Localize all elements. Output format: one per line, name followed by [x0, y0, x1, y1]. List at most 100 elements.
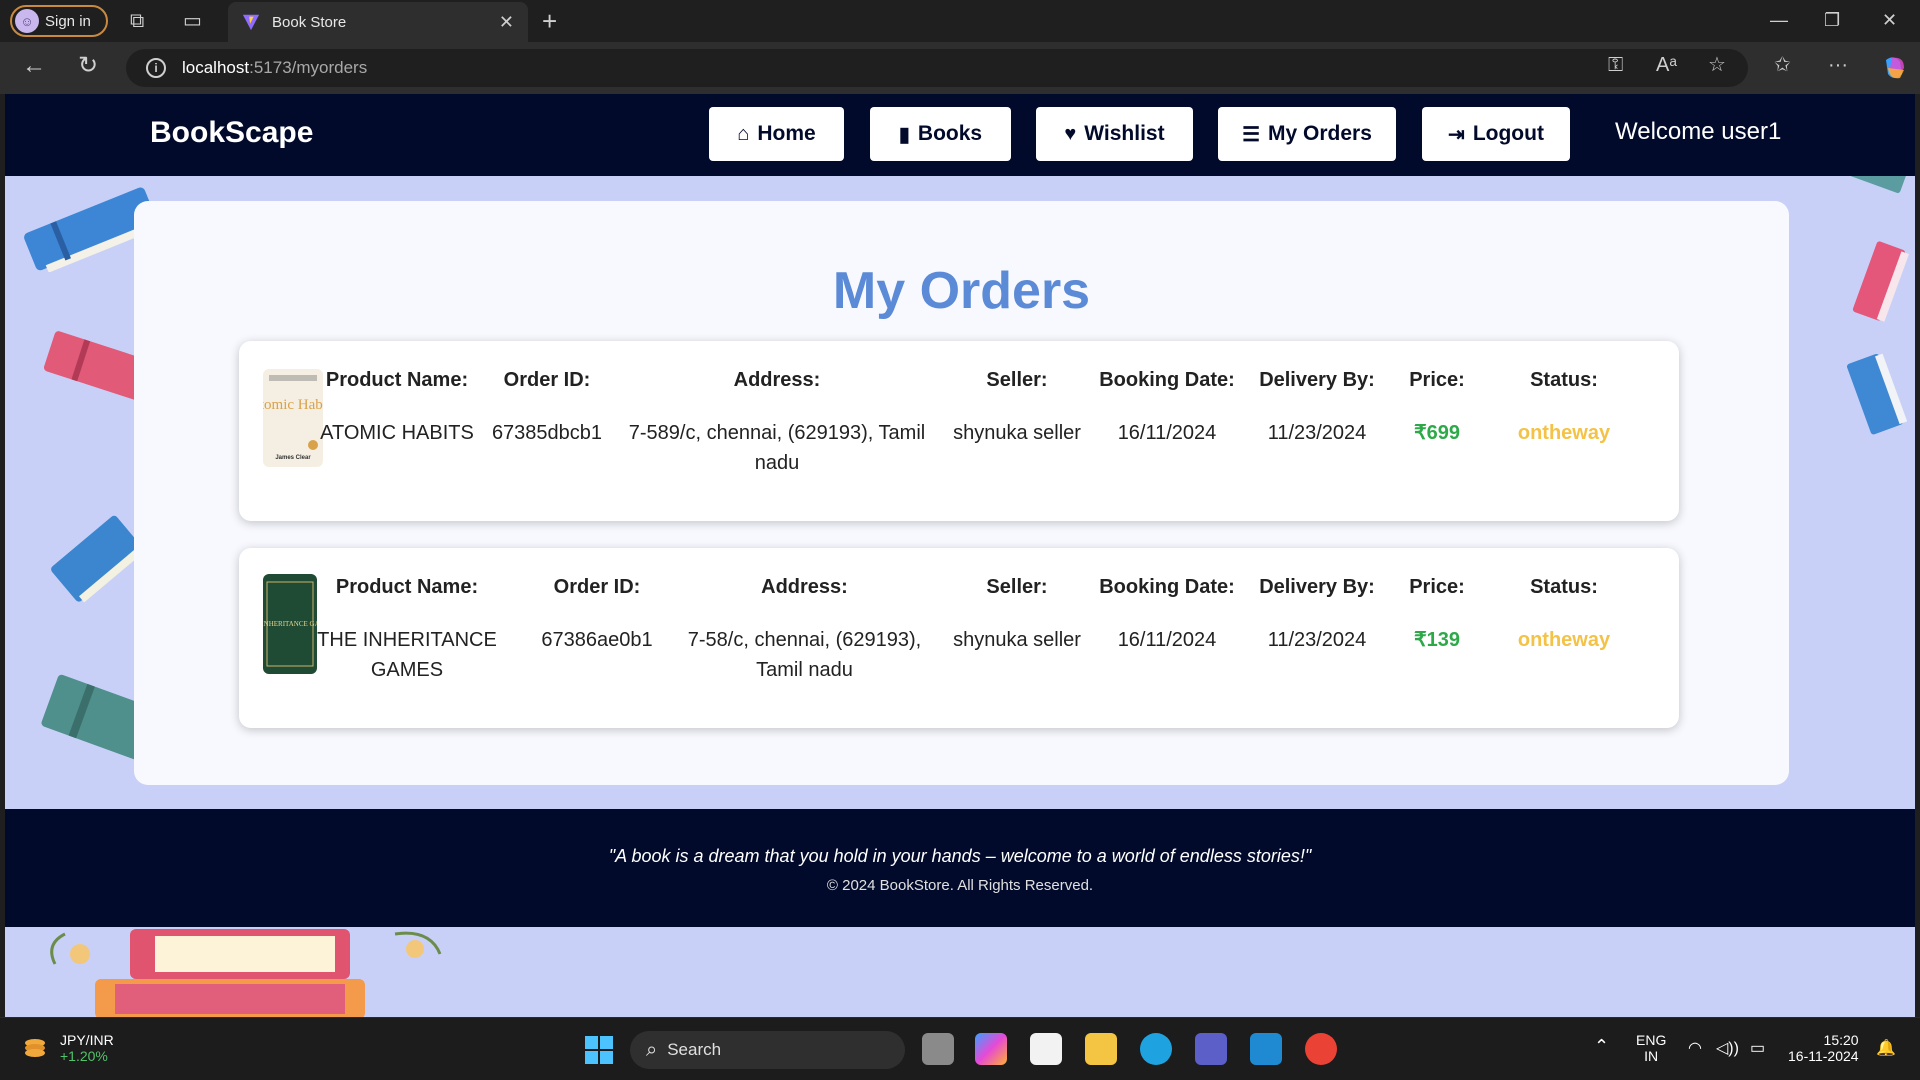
product-name-cell: Product Name: ATOMIC HABITS [317, 369, 477, 448]
chrome-icon[interactable] [1305, 1033, 1337, 1065]
nav-wishlist-button[interactable]: ♥ Wishlist [1036, 107, 1193, 161]
clock[interactable]: 15:20 16-11-2024 [1788, 1032, 1859, 1064]
brand-logo[interactable]: BookScape [150, 116, 313, 150]
booking-date-value: 16/11/2024 [1117, 422, 1217, 444]
profile-button[interactable]: ☺ Sign in [10, 5, 108, 37]
order-id-cell: Order ID: 67386ae0b1 [532, 576, 662, 655]
delivery-date-cell: Delivery By: 11/23/2024 [1247, 576, 1387, 655]
language-label: ENG [1636, 1032, 1667, 1048]
price-value: ₹699 [1413, 422, 1461, 444]
browser-tab-bar: ☺ Sign in ⧉ ▭ Book Store ✕ + — ❐ ✕ [0, 0, 1920, 42]
volume-icon[interactable]: ◁)) [1716, 1038, 1739, 1058]
delivery-date-cell: Delivery By: 11/23/2024 [1247, 369, 1387, 448]
file-explorer-icon[interactable] [1085, 1033, 1117, 1065]
site-navbar: BookScape ⌂ Home ▮ Books ♥ Wishlist ☰ My… [5, 94, 1915, 176]
ticker-label: JPY/INR [60, 1032, 114, 1048]
vite-favicon-icon [242, 14, 260, 31]
seller-label: Seller: [986, 369, 1048, 391]
close-window-icon[interactable]: ✕ [1882, 10, 1897, 31]
wifi-icon[interactable]: ◠ [1688, 1038, 1702, 1058]
copilot-icon[interactable] [1880, 54, 1908, 82]
seller-cell: Seller: shynuka seller [947, 576, 1087, 655]
delivery-date-value: 11/23/2024 [1267, 422, 1367, 444]
taskbar-search-input[interactable]: ⌕ Search [630, 1031, 905, 1069]
tab-actions-icon[interactable]: ▭ [183, 11, 202, 31]
order-card: THE INHERITANCE GAMES Product Name: THE … [239, 548, 1679, 728]
page-title: My Orders [832, 262, 1091, 320]
windows-start-icon[interactable] [585, 1036, 613, 1064]
order-id-value: 67386ae0b1 [541, 629, 653, 651]
battery-icon[interactable]: ▭ [1750, 1038, 1765, 1058]
store-icon[interactable] [1030, 1033, 1062, 1065]
nav-home-button[interactable]: ⌂ Home [709, 107, 844, 161]
vscode-icon[interactable] [1250, 1033, 1282, 1065]
seller-value: shynuka seller [953, 422, 1081, 444]
address-value: 7-58/c, chennai, (629193), Tamil nadu [687, 629, 922, 681]
page-viewport: BookScape ⌂ Home ▮ Books ♥ Wishlist ☰ My… [5, 94, 1915, 1017]
book-cover-image: Atomic Habits James Clear [263, 369, 323, 467]
delivery-date-label: Delivery By: [1259, 369, 1375, 391]
search-icon: ⌕ [646, 1038, 658, 1061]
product-name-value: THE INHERITANCE GAMES [317, 629, 497, 681]
close-tab-icon[interactable]: ✕ [499, 12, 514, 33]
back-icon[interactable]: ← [22, 54, 46, 78]
language-indicator[interactable]: ENG IN [1636, 1032, 1666, 1064]
minimize-icon[interactable]: — [1770, 10, 1788, 31]
task-view-icon[interactable] [922, 1033, 954, 1065]
status-label: Status: [1530, 576, 1598, 598]
teams-icon[interactable] [1195, 1033, 1227, 1065]
restore-icon[interactable]: ❐ [1824, 10, 1840, 31]
url-input[interactable]: i localhost:5173/myorders [126, 49, 1748, 87]
site-footer: "A book is a dream that you hold in your… [5, 809, 1915, 927]
key-icon[interactable]: ⚿ [1608, 55, 1623, 75]
seller-value: shynuka seller [953, 629, 1081, 651]
status-value: ontheway [1517, 629, 1611, 651]
copilot-taskbar-icon[interactable] [975, 1033, 1007, 1065]
list-icon: ☰ [1242, 123, 1261, 146]
status-label: Status: [1530, 369, 1598, 391]
order-card: Atomic Habits James Clear Product Name: … [239, 341, 1679, 521]
product-name-value: ATOMIC HABITS [320, 422, 474, 444]
booking-date-label: Booking Date: [1099, 576, 1235, 598]
status-cell: Status: ontheway [1499, 576, 1629, 655]
logout-icon: ⇥ [1448, 123, 1465, 146]
delivery-date-label: Delivery By: [1259, 576, 1375, 598]
more-menu-icon[interactable]: ··· [1828, 55, 1848, 75]
nav-logout-button[interactable]: ⇥ Logout [1422, 107, 1570, 161]
nav-logout-label: Logout [1472, 122, 1544, 145]
book-decoration-icon [1852, 241, 1909, 322]
svg-text:Atomic Habits: Atomic Habits [263, 397, 323, 413]
edge-icon[interactable] [1140, 1033, 1172, 1065]
svg-text:THE INHERITANCE GAMES: THE INHERITANCE GAMES [263, 620, 317, 628]
favorites-icon[interactable]: ✩ [1774, 55, 1791, 75]
read-aloud-icon[interactable]: Aᵃ [1656, 55, 1677, 75]
nav-books-button[interactable]: ▮ Books [870, 107, 1011, 161]
weather-widget[interactable]: JPY/INR +1.20% [22, 1032, 114, 1064]
booking-date-label: Booking Date: [1099, 369, 1235, 391]
address-label: Address: [733, 369, 821, 391]
nav-books-label: Books [917, 122, 983, 145]
clock-time: 15:20 [1823, 1032, 1859, 1048]
favorite-star-icon[interactable]: ☆ [1708, 55, 1726, 75]
url-path: :5173/myorders [249, 58, 368, 77]
seller-label: Seller: [986, 576, 1048, 598]
tray-chevron-icon[interactable]: ⌃ [1594, 1036, 1609, 1057]
price-label: Price: [1409, 369, 1465, 391]
url-host: localhost [182, 58, 250, 77]
delivery-date-value: 11/23/2024 [1267, 629, 1367, 651]
refresh-icon[interactable]: ↻ [78, 54, 98, 78]
notification-bell-icon[interactable]: 🔔 [1876, 1038, 1896, 1058]
price-cell: Price: ₹699 [1397, 369, 1477, 448]
product-name-label: Product Name: [325, 369, 469, 391]
product-name-cell: Product Name: THE INHERITANCE GAMES [317, 576, 497, 685]
new-tab-icon[interactable]: + [542, 8, 557, 34]
workspaces-icon[interactable]: ⧉ [130, 11, 144, 31]
home-icon: ⌂ [737, 122, 750, 145]
tab-book-store[interactable]: Book Store ✕ [228, 2, 528, 42]
taskbar-search-placeholder: Search [667, 1040, 722, 1059]
order-id-label: Order ID: [503, 369, 591, 391]
site-info-icon[interactable]: i [146, 58, 166, 78]
taskbar: JPY/INR +1.20% ⌕ Search ⌃ ENG IN ◠ ◁)) ▭… [0, 1017, 1920, 1080]
address-bar-row: ← ↻ i localhost:5173/myorders ⚿ Aᵃ ☆ ✩ ·… [0, 42, 1920, 94]
nav-my-orders-button[interactable]: ☰ My Orders [1218, 107, 1396, 161]
